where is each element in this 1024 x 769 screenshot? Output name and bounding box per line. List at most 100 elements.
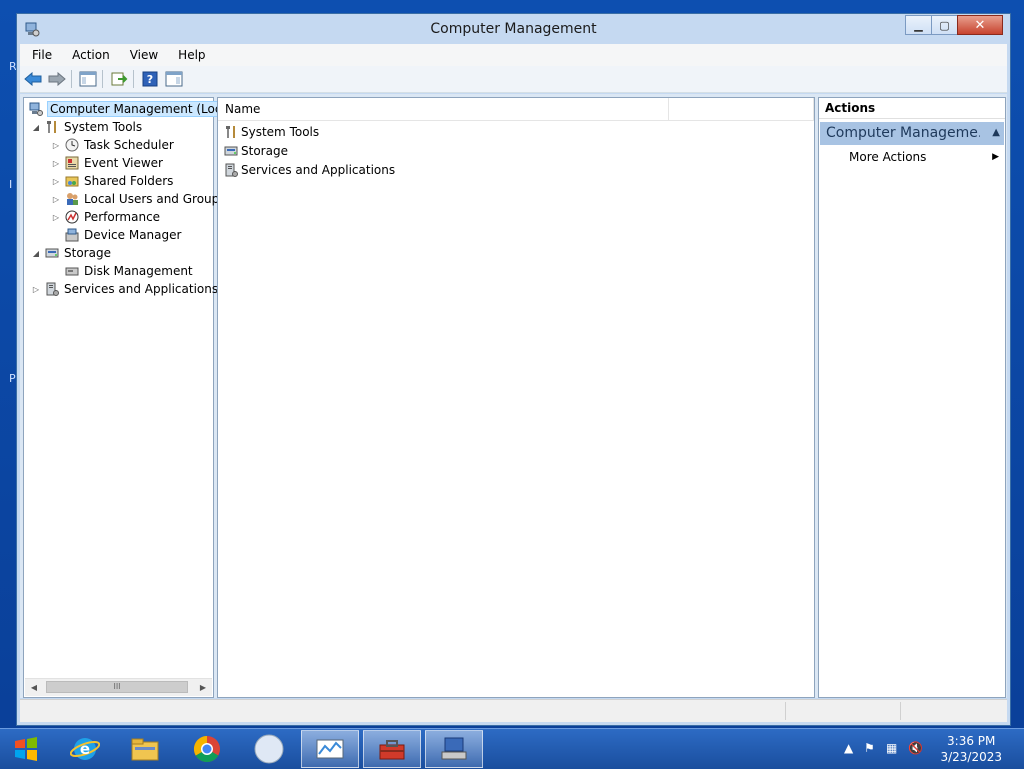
clock-time: 3:36 PM bbox=[947, 734, 996, 748]
taskbar: e ▲ ⚑ ▦ 🔇 3:36 PM 3/23/2023 bbox=[0, 728, 1024, 769]
collapse-triangle-icon[interactable]: ◢ bbox=[30, 123, 42, 132]
menu-file[interactable]: File bbox=[20, 48, 60, 62]
content-area: Computer Management (Local ◢ System Tool… bbox=[20, 94, 1007, 698]
scroll-thumb-grip: III bbox=[113, 682, 121, 691]
device-manager-icon bbox=[64, 227, 80, 243]
actions-section-computer-management[interactable]: Computer Manageme... ▲ bbox=[820, 122, 1004, 145]
system-tools-icon bbox=[44, 119, 60, 135]
show-hidden-icons-icon[interactable]: ▲ bbox=[844, 741, 853, 755]
list-item-services-applications[interactable]: Services and Applications bbox=[223, 161, 395, 179]
tree-item-services-applications[interactable]: ▷ Services and Applications bbox=[30, 280, 218, 298]
tree-item-label: Shared Folders bbox=[84, 174, 174, 188]
column-divider[interactable] bbox=[668, 98, 669, 120]
tree-item-label: Computer Management (Local bbox=[46, 101, 236, 117]
actions-section-label: Computer Manageme... bbox=[826, 125, 980, 141]
tree-item-system-tools[interactable]: ◢ System Tools bbox=[30, 118, 142, 136]
taskbar-toolbox[interactable] bbox=[363, 730, 421, 768]
taskbar-performance-monitor[interactable] bbox=[301, 730, 359, 768]
taskbar-chrome[interactable] bbox=[178, 730, 236, 768]
window-title: Computer Management bbox=[430, 21, 597, 37]
storage-icon bbox=[223, 143, 239, 159]
forward-arrow-icon bbox=[48, 72, 66, 86]
taskbar-internet-explorer[interactable]: e bbox=[56, 730, 114, 768]
taskbar-computer-management[interactable] bbox=[425, 730, 483, 768]
monitor-chart-icon bbox=[316, 739, 344, 759]
menu-help[interactable]: Help bbox=[166, 48, 213, 62]
toolbar-separator bbox=[71, 70, 72, 88]
expand-triangle-icon[interactable]: ▷ bbox=[50, 177, 62, 186]
help-icon: ? bbox=[142, 71, 158, 87]
scroll-thumb[interactable]: III bbox=[46, 681, 188, 693]
collapse-caret-icon[interactable]: ▲ bbox=[992, 127, 1000, 138]
expand-triangle-icon[interactable]: ▷ bbox=[30, 285, 42, 294]
volume-muted-icon[interactable]: 🔇 bbox=[908, 741, 923, 755]
clock-icon bbox=[64, 137, 80, 153]
menu-action[interactable]: Action bbox=[60, 48, 118, 62]
desktop-icon-label: P bbox=[9, 372, 16, 385]
toolbar-separator bbox=[133, 70, 134, 88]
tree-item-task-scheduler[interactable]: ▷ Task Scheduler bbox=[50, 136, 174, 154]
disk-management-icon bbox=[64, 263, 80, 279]
submenu-arrow-icon[interactable]: ▶ bbox=[992, 152, 999, 162]
list-item-label: System Tools bbox=[241, 125, 320, 139]
column-header-name[interactable]: Name bbox=[225, 102, 260, 116]
menu-view[interactable]: View bbox=[118, 48, 166, 62]
export-list-icon bbox=[111, 72, 128, 86]
tree-item-label: Task Scheduler bbox=[84, 138, 174, 152]
scroll-left-icon[interactable]: ◀ bbox=[27, 681, 41, 694]
console-tree: Computer Management (Local ◢ System Tool… bbox=[23, 97, 236, 698]
close-icon: ✕ bbox=[974, 17, 986, 33]
help-button[interactable]: ? bbox=[139, 69, 161, 89]
taskbar-app[interactable] bbox=[240, 730, 298, 768]
collapse-triangle-icon[interactable]: ◢ bbox=[30, 249, 42, 258]
action-center-flag-icon[interactable]: ⚑ bbox=[864, 741, 875, 755]
network-icon[interactable]: ▦ bbox=[886, 741, 897, 755]
scroll-right-icon[interactable]: ▶ bbox=[196, 681, 210, 694]
menu-bar: File Action View Help bbox=[20, 44, 1007, 66]
results-list: Name System Tools Storage Services and A… bbox=[217, 97, 815, 698]
clock-date: 3/23/2023 bbox=[940, 750, 1002, 764]
more-actions-item[interactable]: More Actions bbox=[849, 150, 926, 164]
minimize-button[interactable]: ▁ bbox=[905, 15, 932, 35]
status-divider bbox=[785, 702, 786, 720]
title-bar[interactable]: Computer Management ▁ ▢ ✕ bbox=[17, 14, 1010, 44]
system-tray: ▲ ⚑ ▦ 🔇 3:36 PM 3/23/2023 bbox=[834, 729, 1024, 769]
expand-triangle-icon[interactable]: ▷ bbox=[50, 159, 62, 168]
expand-triangle-icon[interactable]: ▷ bbox=[50, 213, 62, 222]
tree-horizontal-scrollbar[interactable]: ◀ III ▶ bbox=[25, 678, 212, 696]
list-item-storage[interactable]: Storage bbox=[223, 142, 288, 160]
computer-management-window: Computer Management ▁ ▢ ✕ File Action Vi… bbox=[16, 13, 1011, 726]
forward-button[interactable] bbox=[46, 69, 68, 89]
maximize-button[interactable]: ▢ bbox=[931, 15, 958, 35]
expand-triangle-icon[interactable]: ▷ bbox=[50, 195, 62, 204]
round-app-icon bbox=[254, 734, 284, 764]
taskbar-file-explorer[interactable] bbox=[116, 730, 174, 768]
actions-header: Actions bbox=[819, 98, 1005, 119]
show-hide-action-pane-button[interactable] bbox=[163, 69, 185, 89]
tree-item-shared-folders[interactable]: ▷ Shared Folders bbox=[50, 172, 173, 190]
list-item-system-tools[interactable]: System Tools bbox=[223, 123, 319, 141]
chrome-icon bbox=[193, 735, 220, 763]
computer-management-icon bbox=[441, 737, 467, 760]
tree-item-event-viewer[interactable]: ▷ Event Viewer bbox=[50, 154, 163, 172]
tree-item-local-users-groups[interactable]: ▷ Local Users and Groups bbox=[50, 190, 226, 208]
export-list-button[interactable] bbox=[108, 69, 130, 89]
tree-item-device-manager[interactable]: Device Manager bbox=[50, 226, 181, 244]
toolbar: ? bbox=[20, 66, 1007, 93]
tree-item-storage[interactable]: ◢ Storage bbox=[30, 244, 111, 262]
storage-icon bbox=[44, 245, 60, 261]
column-divider[interactable] bbox=[813, 98, 814, 120]
expand-triangle-icon[interactable]: ▷ bbox=[50, 141, 62, 150]
tree-item-disk-management[interactable]: Disk Management bbox=[50, 262, 193, 280]
tree-item-performance[interactable]: ▷ Performance bbox=[50, 208, 160, 226]
back-button[interactable] bbox=[22, 69, 44, 89]
actions-pane: Actions Computer Manageme... ▲ More Acti… bbox=[818, 97, 1006, 698]
list-item-label: Storage bbox=[241, 144, 288, 158]
internet-explorer-icon: e bbox=[70, 738, 100, 760]
show-hide-console-tree-button[interactable] bbox=[77, 69, 99, 89]
close-button[interactable]: ✕ bbox=[957, 15, 1003, 35]
start-button[interactable] bbox=[0, 730, 52, 768]
clock[interactable]: 3:36 PM 3/23/2023 bbox=[940, 733, 1002, 765]
toolbar-separator bbox=[102, 70, 103, 88]
tree-item-computer-management[interactable]: Computer Management (Local bbox=[26, 100, 236, 118]
